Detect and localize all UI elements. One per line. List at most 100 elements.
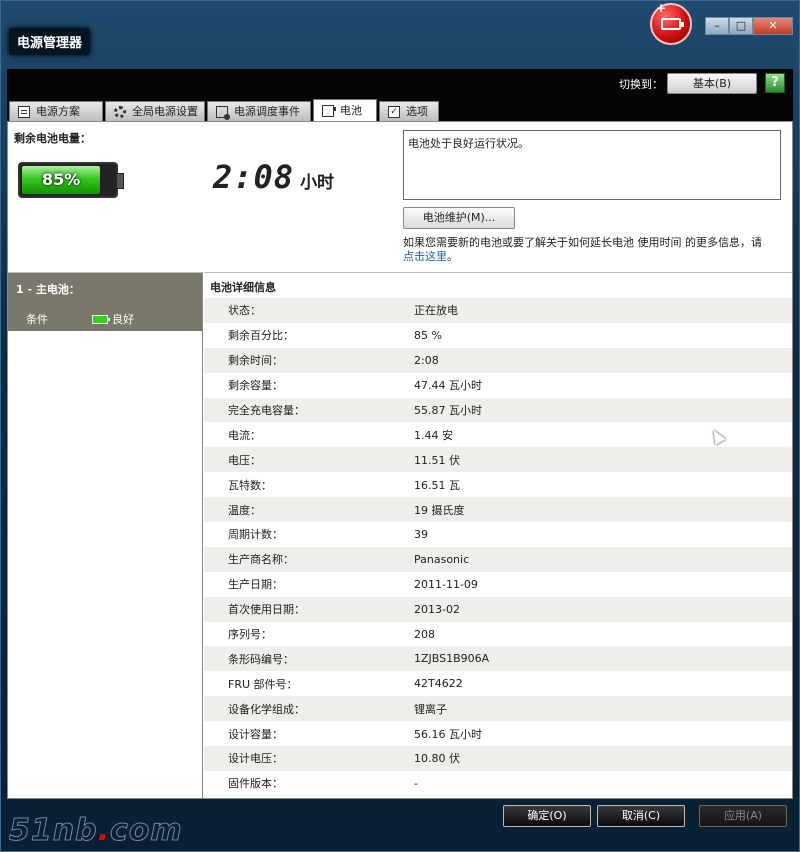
- detail-key: 设计容量：: [228, 727, 283, 741]
- battery-summary: 剩余电池电量： 85% 2:08 小时 电池处于良好运行状况。 电池维护(M).…: [8, 122, 792, 272]
- detail-value: 锂离子: [414, 702, 447, 716]
- apply-button[interactable]: 应用(A): [699, 805, 787, 827]
- remaining-charge-label: 剩余电池电量：: [14, 132, 91, 145]
- tab-schedule-events[interactable]: 电源调度事件: [207, 101, 311, 121]
- battery-info-text: 如果您需要新的电池或要了解关于如何延长电池 使用时间 的更多信息，请 点击这里。: [403, 236, 783, 264]
- tab-options[interactable]: ✓ 选项: [379, 101, 439, 121]
- close-button[interactable]: ✕: [753, 17, 793, 35]
- window-title: 电源管理器: [9, 28, 91, 55]
- remaining-time-unit: 小时: [300, 173, 335, 193]
- detail-key: 生产商名称：: [228, 553, 294, 567]
- detail-row: 状态： 正在放电: [204, 298, 792, 323]
- detail-key: FRU 部件号：: [228, 677, 298, 691]
- click-here-link[interactable]: 点击这里: [403, 250, 447, 263]
- power-manager-logo-icon: +: [650, 2, 692, 45]
- detail-value: 16.51 瓦: [414, 478, 460, 492]
- detail-key: 完全充电容量：: [228, 404, 305, 417]
- maximize-button[interactable]: □: [729, 17, 753, 35]
- ok-button[interactable]: 确定(O): [503, 805, 591, 827]
- detail-key: 序列号：: [228, 628, 272, 642]
- tab-label: 电源方案: [36, 104, 80, 118]
- tab-label: 电源调度事件: [234, 104, 300, 118]
- detail-value: -: [414, 776, 418, 790]
- battery-icon: [322, 104, 336, 117]
- minimize-button[interactable]: –: [705, 17, 729, 35]
- detail-row: FRU 部件号： 42T4622: [204, 671, 792, 696]
- detail-row: 序列号： 208: [204, 622, 792, 647]
- info-text-body: 如果您需要新的电池或要了解关于如何延长电池 使用时间 的更多信息，请: [403, 236, 762, 249]
- gear-icon: [114, 105, 126, 118]
- detail-row: 温度： 19 摄氏度: [204, 497, 792, 523]
- detail-value: 1ZJBS1B906A: [414, 652, 490, 666]
- help-icon[interactable]: ?: [765, 73, 785, 93]
- details-header: 电池详细信息: [210, 281, 276, 294]
- tab-bar: 电源方案 全局电源设置 电源调度事件 电池 ✓ 选项: [7, 99, 793, 121]
- details-rows: 状态： 正在放电剩余百分比： 85 % 剩余时间： 2:08 剩余容量： 47.44 瓦小时…: [204, 298, 792, 796]
- detail-row: 首次使用日期： 2013-02: [204, 596, 792, 622]
- tab-label: 全局电源设置: [132, 104, 198, 118]
- detail-row: 生产日期： 2011-11-09: [204, 572, 792, 597]
- detail-row: 剩余百分比： 85 %: [204, 323, 792, 348]
- battery-condition-row: 条件 良好: [16, 311, 194, 327]
- detail-key: 生产日期：: [228, 578, 283, 592]
- detail-value: 2:08: [414, 353, 439, 367]
- detail-value: 42T4622: [414, 677, 463, 691]
- detail-value: 2013-02: [414, 602, 460, 616]
- detail-key: 首次使用日期：: [228, 603, 305, 617]
- detail-value: 208: [414, 627, 435, 641]
- tab-power-plans[interactable]: 电源方案: [9, 101, 103, 121]
- watermark-text-suffix: com: [110, 813, 183, 849]
- detail-row: 周期计数： 39: [204, 522, 792, 547]
- detail-value: 39: [414, 527, 428, 541]
- tab-global-settings[interactable]: 全局电源设置: [105, 101, 205, 121]
- remaining-time-value: 2:08: [213, 158, 295, 196]
- cancel-button[interactable]: 取消(C): [597, 805, 685, 827]
- battery-gauge: 85%: [18, 162, 124, 198]
- detail-key: 固件版本：: [228, 777, 283, 791]
- watermark-text: 51nb: [9, 813, 98, 849]
- watermark-dot: .: [97, 813, 110, 848]
- detail-row: 电压： 11.51 伏: [204, 447, 792, 473]
- condition-label: 条件: [26, 313, 48, 326]
- detail-row: 条形码编号： 1ZJBS1B906A: [204, 646, 792, 672]
- battery-good-icon: [92, 314, 110, 324]
- remaining-time-display: 2:08 小时: [213, 158, 334, 196]
- battery-maintenance-button[interactable]: 电池维护(M)...: [403, 207, 515, 229]
- battery-status-message: 电池处于良好运行状况。: [403, 130, 781, 200]
- detail-row: 固件版本： -: [204, 771, 792, 796]
- tab-label: 选项: [406, 104, 428, 118]
- detail-value: 47.44 瓦小时: [414, 379, 482, 393]
- detail-row: 设计电压： 10.80 伏: [204, 746, 792, 771]
- detail-row: 剩余容量： 47.44 瓦小时: [204, 373, 792, 398]
- detail-key: 剩余时间：: [228, 354, 283, 368]
- tab-battery[interactable]: 电池: [313, 99, 377, 121]
- detail-row: 瓦特数： 16.51 瓦: [204, 472, 792, 497]
- detail-value: 56.16 瓦小时: [414, 727, 482, 741]
- detail-value: 55.87 瓦小时: [414, 404, 482, 417]
- detail-key: 周期计数：: [228, 528, 283, 542]
- detail-key: 设计电压：: [228, 752, 283, 766]
- detail-key: 状态：: [228, 304, 261, 318]
- switch-basic-button[interactable]: 基本(B): [667, 73, 757, 94]
- detail-value: 1.44 安: [414, 428, 453, 442]
- info-text-suffix: 。: [447, 250, 458, 263]
- detail-row: 完全充电容量： 55.87 瓦小时: [204, 397, 792, 423]
- detail-key: 瓦特数：: [228, 478, 272, 492]
- detail-row: 设备化学组成： 锂离子: [204, 696, 792, 722]
- document-icon: [18, 105, 30, 118]
- battery-details-table: 电池详细信息 状态： 正在放电剩余百分比： 85 % 剩余时间： 2:08 剩余容量： 47…: [204, 272, 792, 798]
- detail-row: 生产商名称： Panasonic: [204, 546, 792, 572]
- detail-value: 正在放电: [414, 304, 458, 318]
- battery-level-fill: 85%: [22, 166, 101, 194]
- detail-value: 2011-11-09: [414, 577, 478, 591]
- detail-key: 电流：: [228, 428, 261, 442]
- battery-list-item-main[interactable]: 1 - 主电池： 条件 良好: [8, 273, 202, 331]
- battery-list-title: 1 - 主电池：: [16, 283, 80, 296]
- detail-value: 11.51 伏: [414, 453, 460, 467]
- title-bar[interactable]: 电源管理器 + – □ ✕: [1, 1, 799, 69]
- toolbar: 切换到： 基本(B) ?: [7, 69, 793, 99]
- detail-value: 10.80 伏: [414, 752, 460, 766]
- switch-label: 切换到：: [619, 78, 663, 91]
- detail-value: Panasonic: [414, 552, 470, 566]
- window-frame: 电源管理器 + – □ ✕ 切换到： 基本(B) ? 电源方案 全局电源设置 电…: [0, 0, 800, 852]
